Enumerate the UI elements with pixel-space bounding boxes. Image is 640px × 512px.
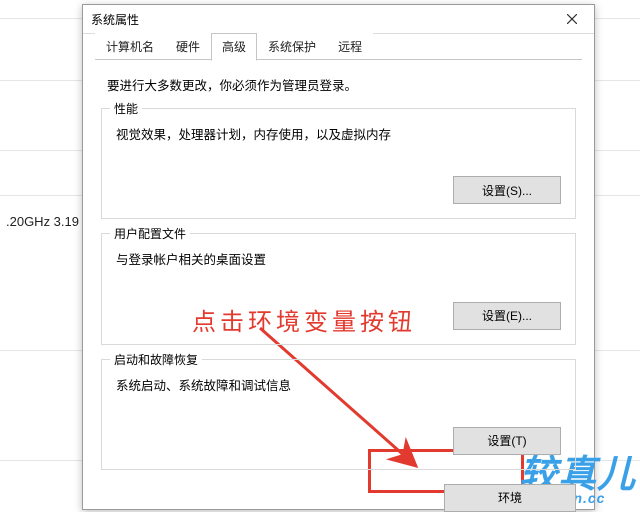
admin-intro-text: 要进行大多数更改，你必须作为管理员登录。 [107,75,576,94]
legend-startup-recovery: 启动和故障恢复 [110,351,202,368]
tab-hardware[interactable]: 硬件 [165,33,211,61]
tab-remote[interactable]: 远程 [327,33,373,61]
group-startup-recovery: 启动和故障恢复 系统启动、系统故障和调试信息 设置(T) [101,359,576,470]
background-cpu-text: .20GHz 3.19 [6,214,79,229]
startup-recovery-settings-button[interactable]: 设置(T) [453,427,561,455]
tab-strip: 计算机名 硬件 高级 系统保护 远程 [83,34,594,60]
close-button[interactable] [550,5,594,33]
close-icon [567,14,577,24]
desc-performance: 视觉效果，处理器计划，内存使用，以及虚拟内存 [116,125,561,146]
legend-performance: 性能 [110,100,142,117]
tab-advanced[interactable]: 高级 [211,33,257,61]
system-properties-dialog: 系统属性 计算机名 硬件 高级 系统保护 远程 要进行大多数更改，你必须作为管理… [82,4,595,510]
desc-startup-recovery: 系统启动、系统故障和调试信息 [116,376,561,397]
desc-user-profile: 与登录帐户相关的桌面设置 [116,250,561,271]
user-profile-settings-button[interactable]: 设置(E)... [453,302,561,330]
group-performance: 性能 视觉效果，处理器计划，内存使用，以及虚拟内存 设置(S)... [101,108,576,219]
titlebar: 系统属性 [83,5,594,34]
performance-settings-button[interactable]: 设置(S)... [453,176,561,204]
group-user-profile: 用户配置文件 与登录帐户相关的桌面设置 设置(E)... [101,233,576,344]
tab-computer-name[interactable]: 计算机名 [95,33,165,61]
environment-variables-button[interactable]: 环境 [444,484,576,512]
tab-system-protection[interactable]: 系统保护 [257,33,327,61]
dialog-body: 要进行大多数更改，你必须作为管理员登录。 性能 视觉效果，处理器计划，内存使用，… [101,59,576,509]
legend-user-profile: 用户配置文件 [110,225,190,242]
window-title: 系统属性 [83,11,139,28]
